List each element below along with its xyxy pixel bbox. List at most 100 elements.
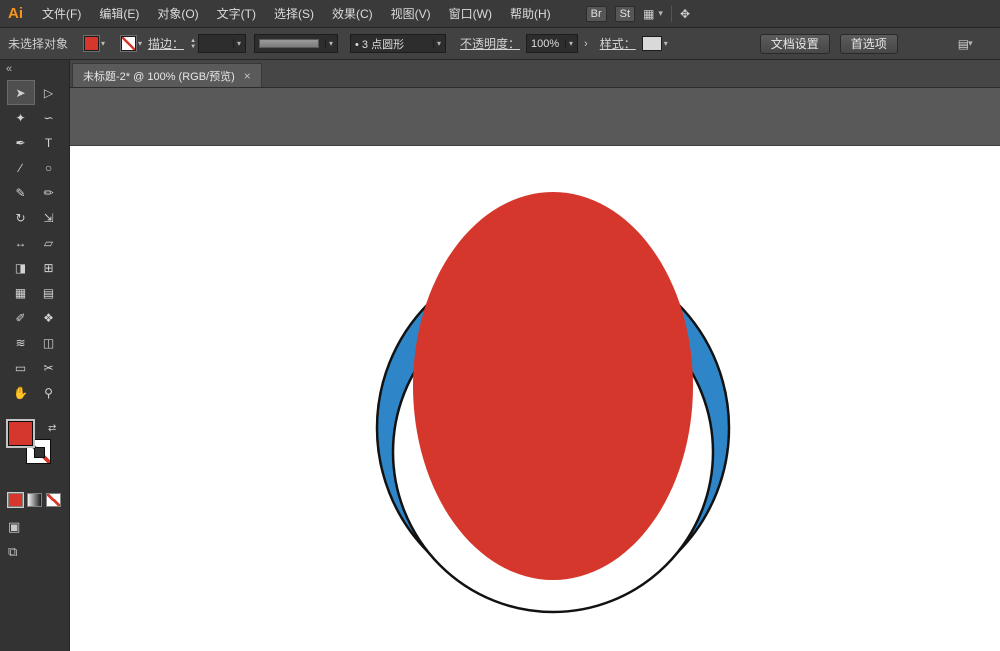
menu-select[interactable]: 选择(S) bbox=[265, 0, 323, 28]
menu-object[interactable]: 对象(O) bbox=[148, 0, 207, 28]
gradient-tool[interactable]: ▤ bbox=[35, 280, 63, 305]
scale-tool[interactable]: ⇲ bbox=[35, 205, 63, 230]
artboard-tool[interactable]: ▭ bbox=[7, 355, 35, 380]
drawing-modes-button[interactable]: ▣ bbox=[8, 519, 20, 535]
hand-tool-icon: ✋ bbox=[13, 385, 28, 400]
control-panel-menu[interactable]: ▤ ▾ bbox=[958, 37, 973, 51]
width-tool[interactable]: ↔ bbox=[7, 230, 35, 255]
menu-edit[interactable]: 编辑(E) bbox=[90, 0, 148, 28]
none-button[interactable] bbox=[46, 493, 61, 507]
menu-items: 文件(F) 编辑(E) 对象(O) 文字(T) 选择(S) 效果(C) 视图(V) 窗口(W)… bbox=[33, 0, 560, 27]
menu-type[interactable]: 文字(T) bbox=[208, 0, 265, 28]
bridge-button[interactable]: Br bbox=[585, 5, 607, 22]
pencil-tool[interactable]: ✏ bbox=[35, 180, 63, 205]
menu-window[interactable]: 窗口(W) bbox=[440, 0, 501, 28]
width-profile-combobox[interactable]: ▾ bbox=[254, 34, 339, 53]
symbol-sprayer-tool[interactable]: ≋ bbox=[7, 330, 35, 355]
perspective-grid-tool[interactable]: ⊞ bbox=[35, 255, 63, 280]
type-tool[interactable]: T bbox=[35, 130, 63, 155]
blend-tool[interactable]: ❖ bbox=[35, 305, 63, 330]
style-panel-link[interactable]: 样式： bbox=[600, 35, 636, 52]
brush-definition-value: • 3 点圆形 bbox=[355, 38, 405, 51]
ellipse-tool[interactable]: ○ bbox=[35, 155, 63, 180]
menu-effect[interactable]: 效果(C) bbox=[323, 0, 382, 28]
menu-help[interactable]: 帮助(H) bbox=[501, 0, 560, 28]
color-mode-row bbox=[8, 493, 69, 507]
rotate-tool[interactable]: ↻ bbox=[7, 205, 35, 230]
arrange-documents-icon[interactable]: ▦ bbox=[643, 7, 654, 21]
stroke-weight-combobox[interactable]: ▾ bbox=[198, 34, 247, 53]
artwork-svg bbox=[375, 192, 731, 614]
column-graph-tool[interactable]: ◫ bbox=[35, 330, 63, 355]
chevron-down-icon[interactable]: ▾ bbox=[101, 39, 105, 48]
stock-button[interactable]: St bbox=[614, 5, 636, 22]
zoom-tool-icon: ⚲ bbox=[44, 385, 53, 400]
menubar-right: Br St ▦ ▾ ✥ bbox=[585, 5, 690, 22]
canvas-pasteboard[interactable] bbox=[70, 88, 1000, 651]
magic-wand-tool-icon: ✦ bbox=[15, 110, 26, 125]
color-button[interactable] bbox=[8, 493, 23, 507]
opacity-flyout-icon[interactable]: › bbox=[584, 38, 588, 50]
workspace: 未标题-2* @ 100% (RGB/预览) × bbox=[70, 60, 1000, 651]
chevron-down-icon[interactable]: ▾ bbox=[433, 39, 441, 48]
chevron-down-icon[interactable]: ▾ bbox=[565, 39, 573, 48]
chevron-down-icon[interactable]: ▾ bbox=[233, 39, 241, 48]
eyedropper-tool[interactable]: ✐ bbox=[7, 305, 35, 330]
pen-tool[interactable]: ✒ bbox=[7, 130, 35, 155]
mesh-tool-icon: ▦ bbox=[14, 285, 27, 300]
chevron-down-icon[interactable]: ▾ bbox=[138, 39, 142, 48]
selection-tool[interactable]: ➤ bbox=[6, 80, 35, 105]
screen-mode-button[interactable]: ⧉ bbox=[8, 544, 17, 560]
free-transform-tool[interactable]: ▱ bbox=[35, 230, 63, 255]
magic-wand-tool[interactable]: ✦ bbox=[7, 105, 35, 130]
brush-definition-combobox[interactable]: • 3 点圆形 ▾ bbox=[350, 34, 447, 53]
direct-selection-tool-icon: ▷ bbox=[43, 85, 54, 100]
preferences-button[interactable]: 首选项 bbox=[839, 33, 898, 54]
fill-swatch[interactable] bbox=[8, 421, 33, 446]
hand-tool[interactable]: ✋ bbox=[7, 380, 35, 405]
gradient-button[interactable] bbox=[27, 493, 42, 507]
chevron-down-icon[interactable]: ▾ bbox=[325, 39, 333, 48]
free-transform-tool-icon: ▱ bbox=[43, 235, 54, 250]
stroke-panel-link[interactable]: 描边： bbox=[148, 35, 184, 52]
line-segment-tool[interactable]: ∕ bbox=[7, 155, 35, 180]
swap-fill-stroke-icon[interactable]: ⇄ bbox=[48, 423, 56, 434]
pencil-tool-icon: ✏ bbox=[43, 185, 54, 200]
blend-tool-icon: ❖ bbox=[43, 310, 54, 325]
document-tab[interactable]: 未标题-2* @ 100% (RGB/预览) × bbox=[72, 63, 262, 87]
menu-file[interactable]: 文件(F) bbox=[33, 0, 90, 28]
opacity-panel-link[interactable]: 不透明度： bbox=[460, 35, 520, 52]
style-swatch[interactable] bbox=[641, 36, 662, 51]
stepper-down-icon[interactable]: ▼ bbox=[190, 44, 196, 50]
document-setup-button[interactable]: 文档设置 bbox=[759, 33, 830, 54]
control-bar: 未选择对象 ▾ ▾ 描边： ▲ ▼ ▾ ▾ • 3 点圆形 ▾ 不透明度： 10… bbox=[0, 28, 1000, 60]
chevron-down-icon[interactable]: ▾ bbox=[658, 8, 663, 19]
shape-builder-tool[interactable]: ◨ bbox=[7, 255, 35, 280]
gradient-tool-icon: ▤ bbox=[42, 285, 55, 300]
stroke-weight-stepper[interactable]: ▲ ▼ bbox=[190, 38, 196, 50]
scale-tool-icon: ⇲ bbox=[43, 210, 54, 225]
pen-tool-icon: ✒ bbox=[15, 135, 26, 150]
tool-grid: ➤ ▷ ✦ ∽ ✒ T ∕ ○ ✎ ✏ ↻ ⇲ ↔ ▱ ◨ ⊞ ▦ ▤ ✐ ❖ ≋ ◫ ▭ ✂ ✋ ⚲ bbox=[0, 80, 69, 405]
lasso-tool-icon: ∽ bbox=[43, 110, 54, 125]
direct-selection-tool[interactable]: ▷ bbox=[35, 80, 63, 105]
stroke-color-swatch[interactable] bbox=[121, 36, 137, 51]
rotate-tool-icon: ↻ bbox=[15, 210, 26, 225]
mesh-tool[interactable]: ▦ bbox=[7, 280, 35, 305]
illustrator-window: Ai 文件(F) 编辑(E) 对象(O) 文字(T) 选择(S) 效果(C) 视图(V) 窗口… bbox=[0, 0, 1000, 651]
illustrator-logo: Ai bbox=[8, 5, 23, 22]
close-tab-icon[interactable]: × bbox=[244, 69, 251, 83]
red-ellipse[interactable] bbox=[413, 192, 693, 580]
paintbrush-tool[interactable]: ✎ bbox=[7, 180, 35, 205]
slice-tool[interactable]: ✂ bbox=[35, 355, 63, 380]
opacity-combobox[interactable]: 100% ▾ bbox=[526, 34, 579, 53]
fill-color-swatch[interactable] bbox=[84, 36, 100, 51]
lasso-tool[interactable]: ∽ bbox=[35, 105, 63, 130]
fill-stroke-indicator: ⇄ bbox=[0, 421, 69, 483]
toolbar-collapse-button[interactable]: « bbox=[0, 60, 12, 76]
paintbrush-tool-icon: ✎ bbox=[15, 185, 26, 200]
menu-view[interactable]: 视图(V) bbox=[382, 0, 440, 28]
cs-live-icon[interactable]: ✥ bbox=[680, 7, 690, 21]
chevron-down-icon[interactable]: ▾ bbox=[664, 39, 668, 48]
zoom-tool[interactable]: ⚲ bbox=[35, 380, 63, 405]
